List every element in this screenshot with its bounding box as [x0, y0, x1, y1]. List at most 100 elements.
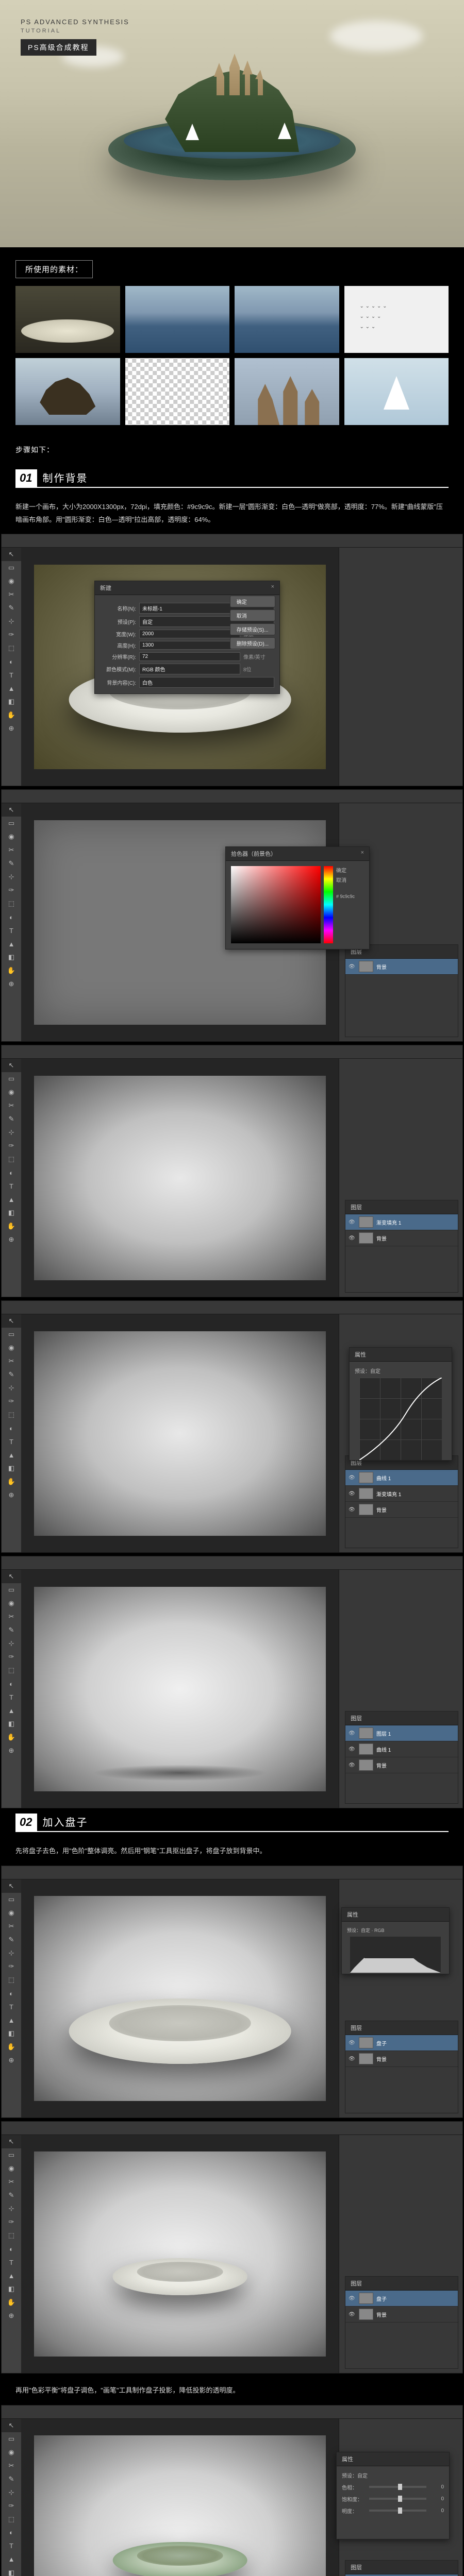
tool-icon[interactable]: ◧ [2, 951, 21, 964]
visibility-icon[interactable]: 👁 [349, 1731, 356, 1736]
tool-icon[interactable]: ⬚ [2, 1973, 21, 1987]
tool-icon[interactable]: ⊹ [2, 1381, 21, 1395]
tool-icon[interactable]: ✂ [2, 588, 21, 601]
tool-icon[interactable]: T [2, 924, 21, 937]
levels-panel[interactable]: 属性 预设：自定 · RGB [341, 1907, 450, 1974]
tool-icon[interactable]: ◉ [2, 2446, 21, 2459]
tool-icon[interactable]: ↖ [2, 803, 21, 817]
tool-icon[interactable]: ▭ [2, 1328, 21, 1341]
new-document-dialog[interactable]: 新建 × 名称(N):未标题-1 预设(P):自定 宽度(W):2000像素 高… [94, 581, 280, 694]
tool-icon[interactable]: ✑ [2, 628, 21, 641]
close-icon[interactable]: × [271, 584, 274, 592]
tool-icon[interactable]: ▲ [2, 682, 21, 695]
ps-toolbar[interactable]: ↖▭◉✂✎⊹✑⬚◐T▲◧✋⊕ [2, 1879, 21, 2117]
ps-toolbar[interactable]: ↖▭◉✂✎⊹✑⬚◐T▲◧✋⊕ [2, 1059, 21, 1297]
tool-icon[interactable]: ⬚ [2, 897, 21, 910]
tool-icon[interactable]: ◉ [2, 1341, 21, 1354]
tool-icon[interactable]: ⊕ [2, 2309, 21, 2323]
tool-icon[interactable]: T [2, 1690, 21, 1704]
tool-icon[interactable]: ✂ [2, 2175, 21, 2189]
tool-icon[interactable]: ▭ [2, 2148, 21, 2162]
tool-icon[interactable]: ◐ [2, 2526, 21, 2539]
ps-menubar[interactable] [2, 2122, 462, 2135]
tool-icon[interactable]: ◧ [2, 1206, 21, 1219]
tool-icon[interactable]: ▲ [2, 1704, 21, 1717]
visibility-icon[interactable]: 👁 [349, 1475, 356, 1481]
ok-button[interactable]: 确定 [336, 866, 364, 874]
tool-icon[interactable]: ◧ [2, 2566, 21, 2576]
tool-icon[interactable]: ⬚ [2, 2229, 21, 2242]
ps-menubar[interactable] [2, 1866, 462, 1879]
tool-icon[interactable]: ✎ [2, 601, 21, 615]
ps-menubar[interactable] [2, 790, 462, 803]
tool-icon[interactable]: ◉ [2, 574, 21, 588]
tool-icon[interactable]: ⊹ [2, 1126, 21, 1139]
layers-panel[interactable]: 图层 👁渐变填充 1 👁背景 [345, 1200, 458, 1293]
tool-icon[interactable]: ✑ [2, 1139, 21, 1153]
tool-icon[interactable]: ⬚ [2, 1408, 21, 1421]
levels-histogram[interactable] [350, 1937, 441, 1973]
height-input[interactable]: 1300 [139, 641, 240, 650]
tool-icon[interactable]: ↖ [2, 1879, 21, 1893]
ps-menubar[interactable] [2, 1045, 462, 1059]
lightness-slider[interactable] [369, 2510, 426, 2512]
visibility-icon[interactable]: 👁 [349, 1219, 356, 1225]
tool-icon[interactable]: ▭ [2, 817, 21, 830]
tool-icon[interactable]: ◐ [2, 1677, 21, 1690]
layers-panel[interactable]: 图层 👁色彩平衡 1 👁盘子 👁背景 [345, 2560, 458, 2576]
ps-menubar[interactable] [2, 2405, 462, 2419]
layer-row[interactable]: 👁曲线 1 [345, 1470, 458, 1486]
layer-row[interactable]: 👁背景 [345, 1757, 458, 1773]
layer-row[interactable]: 👁背景 [345, 959, 458, 975]
tool-icon[interactable]: ◧ [2, 1462, 21, 1475]
tool-icon[interactable]: ⊕ [2, 722, 21, 735]
tool-icon[interactable]: ⊕ [2, 1488, 21, 1502]
ps-toolbar[interactable]: ↖▭◉✂✎⊹✑⬚◐T▲◧✋⊕ [2, 1570, 21, 1808]
tool-icon[interactable]: ↖ [2, 2419, 21, 2432]
tool-icon[interactable]: ↖ [2, 1570, 21, 1583]
tool-icon[interactable]: T [2, 2000, 21, 2013]
tool-icon[interactable]: ◐ [2, 1166, 21, 1179]
tool-icon[interactable]: ✋ [2, 2040, 21, 2054]
layer-row[interactable]: 👁曲线 1 [345, 1741, 458, 1757]
tool-icon[interactable]: T [2, 2539, 21, 2553]
width-input[interactable]: 2000 [139, 630, 240, 638]
tool-icon[interactable]: ✑ [2, 2215, 21, 2229]
layer-row[interactable]: 👁图层 1 [345, 1725, 458, 1741]
tool-icon[interactable]: ✋ [2, 1219, 21, 1233]
tool-icon[interactable]: ✋ [2, 964, 21, 977]
layers-panel[interactable]: 图层 👁曲线 1 👁渐变填充 1 👁背景 [345, 1455, 458, 1548]
tool-icon[interactable]: ◐ [2, 1421, 21, 1435]
layer-row[interactable]: 👁背景 [345, 2051, 458, 2067]
ps-panels-right[interactable]: 图层 👁盘子 👁背景 [339, 2135, 462, 2373]
cancel-button[interactable]: 取消 [230, 609, 275, 621]
tool-icon[interactable]: ▲ [2, 2553, 21, 2566]
tool-icon[interactable]: ◉ [2, 1086, 21, 1099]
cancel-button[interactable]: 取消 [336, 876, 364, 884]
tool-icon[interactable]: ⬚ [2, 1664, 21, 1677]
mode-select[interactable]: RGB 颜色 [139, 664, 240, 674]
ps-panels-right[interactable]: 图层 👁图层 1 👁曲线 1 👁背景 [339, 1570, 462, 1808]
layers-panel[interactable]: 图层 👁盘子 👁背景 [345, 2021, 458, 2113]
tool-icon[interactable]: ✎ [2, 1112, 21, 1126]
tool-icon[interactable]: ◧ [2, 695, 21, 708]
tool-icon[interactable]: ◉ [2, 830, 21, 843]
tool-icon[interactable]: ✂ [2, 843, 21, 857]
tool-icon[interactable]: ✂ [2, 1354, 21, 1368]
ps-panels-right[interactable] [339, 548, 462, 786]
tool-icon[interactable]: ✎ [2, 1933, 21, 1946]
ps-toolbar[interactable]: ↖▭◉✂✎⊹✑⬚◐T▲◧✋⊕ [2, 548, 21, 786]
tool-icon[interactable]: ↖ [2, 1059, 21, 1072]
visibility-icon[interactable]: 👁 [349, 964, 356, 970]
visibility-icon[interactable]: 👁 [349, 2312, 356, 2317]
color-saturation-value[interactable] [231, 866, 321, 943]
hex-value[interactable]: 9c9c9c [340, 894, 355, 899]
visibility-icon[interactable]: 👁 [349, 1762, 356, 1768]
tool-icon[interactable]: ✑ [2, 884, 21, 897]
tool-icon[interactable]: ⊹ [2, 615, 21, 628]
tool-icon[interactable]: ◐ [2, 655, 21, 668]
tool-icon[interactable]: ✑ [2, 1650, 21, 1664]
tool-icon[interactable]: T [2, 1435, 21, 1448]
tool-icon[interactable]: ▲ [2, 1193, 21, 1206]
layers-panel[interactable]: 图层 👁背景 [345, 944, 458, 1037]
